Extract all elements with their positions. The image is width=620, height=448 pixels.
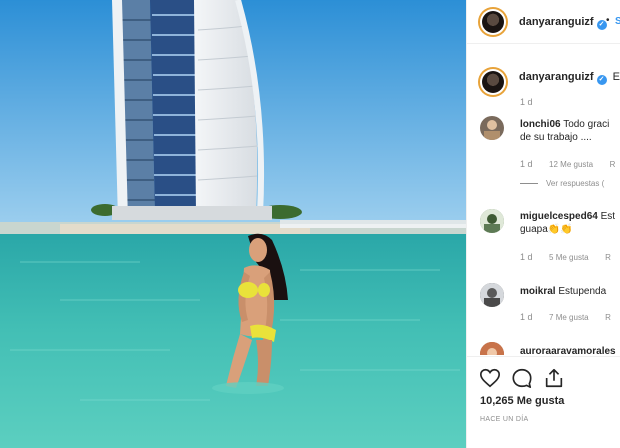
- comment-age: 1 d: [520, 312, 533, 322]
- verified-badge-icon: ✓: [596, 75, 607, 85]
- comment-age: 1 d: [520, 252, 533, 262]
- comment-username[interactable]: moikral: [520, 286, 556, 297]
- heart-icon[interactable]: [479, 367, 501, 389]
- comment-text-continued: de su trabajo ....: [520, 132, 592, 143]
- comment-avatar[interactable]: [480, 283, 504, 307]
- comment-text-continued: guapa👏👏: [520, 224, 573, 235]
- comment-text: Estupenda: [558, 286, 607, 297]
- comment-meta: 1 d 7 Me gusta R: [520, 312, 620, 322]
- comment-age: 1 d: [520, 159, 533, 169]
- author-username[interactable]: danyaranguizf ✓: [519, 16, 607, 30]
- comment-avatar[interactable]: [480, 209, 504, 233]
- share-icon[interactable]: [543, 367, 565, 389]
- post-actions: 10,265 Me gusta HACE UN DÍA: [467, 356, 620, 448]
- comment-text: Todo graci: [563, 119, 610, 130]
- comment-meta: 1 d 5 Me gusta R: [520, 252, 620, 262]
- caption-author-username[interactable]: danyaranguizf✓ En: [519, 71, 620, 85]
- comment-username[interactable]: miguelcesped64: [520, 211, 598, 222]
- author-username-text: danyaranguizf: [519, 16, 594, 28]
- caption-meta: 1 d: [520, 97, 547, 107]
- caption-age: 1 d: [520, 97, 533, 107]
- caption-author-avatar[interactable]: [478, 67, 508, 97]
- comment-avatar[interactable]: [480, 342, 504, 355]
- comment-likes[interactable]: 7 Me gusta: [549, 313, 589, 322]
- view-replies-button[interactable]: Ver respuestas (: [520, 179, 604, 188]
- comment-text: Est: [600, 211, 616, 222]
- instagram-post-view: danyaranguizf✓ • S danyaranguizf✓ En 1 d: [0, 0, 620, 448]
- caption-username-text: danyaranguizf: [519, 71, 594, 83]
- comment-meta: 1 d 12 Me gusta R: [520, 159, 620, 169]
- comment-likes[interactable]: 12 Me gusta: [549, 160, 593, 169]
- comment-body: lonchi06 Todo graci de su trabajo ....: [520, 118, 609, 144]
- replies-divider: [520, 183, 538, 185]
- comments-list: danyaranguizf✓ En 1 d lonchi06 Todo grac…: [467, 45, 620, 355]
- post-side-panel: danyaranguizf✓ • S danyaranguizf✓ En 1 d: [466, 0, 620, 448]
- author-avatar[interactable]: [478, 7, 508, 37]
- post-header: danyaranguizf✓ • S: [467, 0, 620, 44]
- comment-likes[interactable]: 5 Me gusta: [549, 253, 589, 262]
- post-photo[interactable]: [0, 0, 466, 448]
- comment-username[interactable]: auroraaravamorales: [520, 346, 616, 355]
- comment-body: auroraaravamorales: [520, 345, 616, 355]
- hotel-tower: [112, 0, 272, 220]
- likes-count[interactable]: 10,265 Me gusta: [480, 395, 564, 407]
- comment-reply-button[interactable]: R: [605, 313, 611, 322]
- caption-text: En: [612, 71, 620, 83]
- comment-username[interactable]: lonchi06: [520, 119, 561, 130]
- comment-reply-button[interactable]: R: [610, 160, 616, 169]
- comment-body: miguelcesped64 Est guapa👏👏: [520, 210, 615, 236]
- follow-button[interactable]: S: [615, 16, 620, 27]
- separator-dot: •: [606, 15, 610, 26]
- beach-hotel-photo: [0, 0, 466, 448]
- comment-body: moikral Estupenda: [520, 285, 606, 298]
- view-replies-label: Ver respuestas (: [546, 179, 605, 188]
- comment-avatar[interactable]: [480, 116, 504, 140]
- posted-time[interactable]: HACE UN DÍA: [480, 416, 528, 423]
- comment-reply-button[interactable]: R: [605, 253, 611, 262]
- comment-icon[interactable]: [511, 367, 533, 389]
